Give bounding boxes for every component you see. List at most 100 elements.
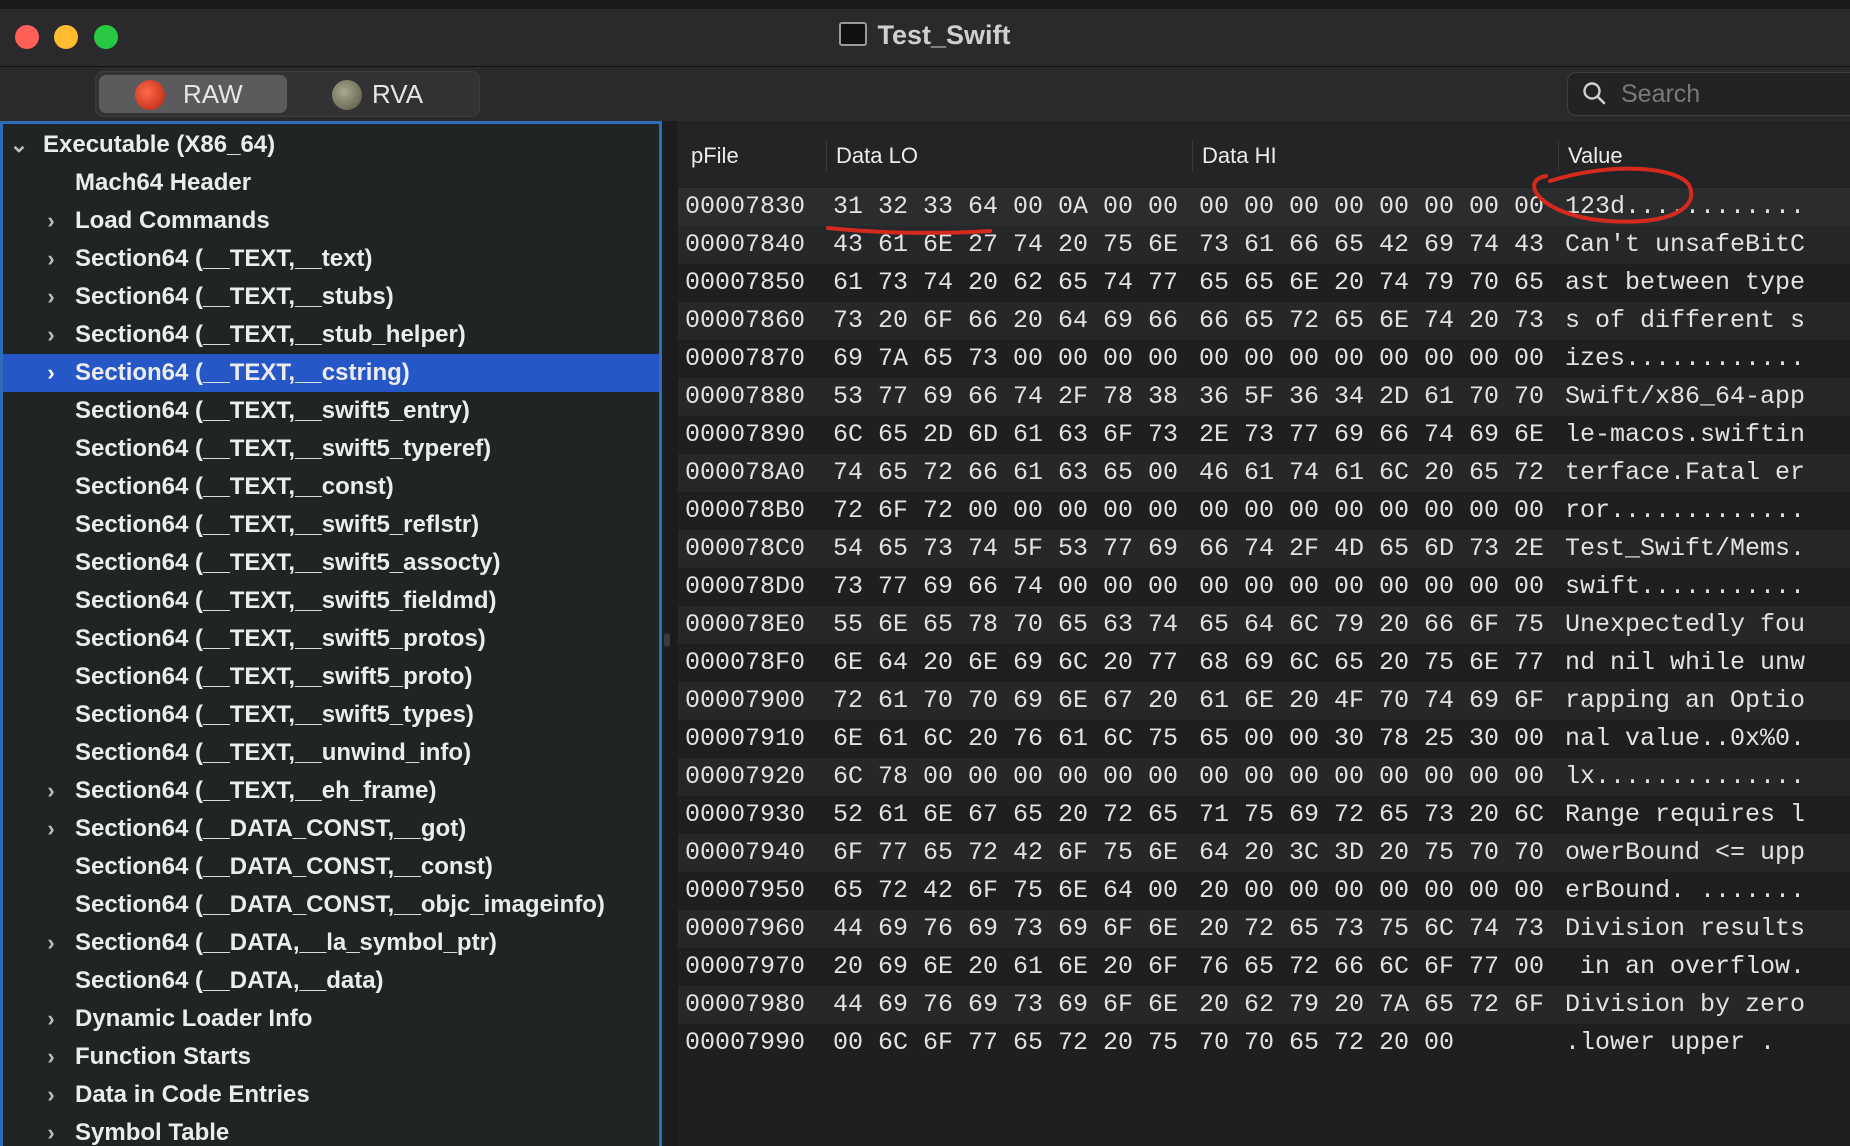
column-header-data-hi[interactable]: Data HI (1202, 143, 1277, 169)
column-header-value[interactable]: Value (1568, 143, 1623, 169)
sidebar-item-label: Section64 (__TEXT,__swift5_reflstr) (75, 511, 480, 538)
sidebar-item[interactable]: Section64 (__TEXT,__swift5_assocty) (3, 544, 659, 582)
window-title-text: Test_Swift (877, 20, 1011, 50)
chevron-right-icon[interactable]: › (41, 810, 61, 848)
sidebar-item[interactable]: Section64 (__TEXT,__swift5_proto) (3, 658, 659, 696)
sidebar-item-label: Section64 (__TEXT,__cstring) (75, 359, 410, 386)
table-row[interactable]: 00007900 72 61 70 70 69 6E 67 20 61 6E 20 … (678, 682, 1850, 720)
sidebar-item-label: Section64 (__DATA_CONST,__got) (75, 815, 467, 842)
table-row[interactable]: 00007830 31 32 33 64 00 0A 00 00 00 00 00 … (678, 188, 1850, 226)
chevron-right-icon[interactable]: › (41, 240, 61, 278)
value-cell: lx.............. (1565, 762, 1806, 791)
sidebar-item[interactable]: Section64 (__DATA_CONST,__const) (3, 848, 659, 886)
sidebar-item[interactable]: Section64 (__TEXT,__const) (3, 468, 659, 506)
value-cell: 123d............ (1565, 192, 1806, 221)
table-row[interactable]: 000078E0 55 6E 65 78 70 65 63 74 65 64 6C … (678, 606, 1850, 644)
chevron-right-icon[interactable]: › (41, 1114, 61, 1146)
sidebar-item[interactable]: Section64 (__TEXT,__swift5_reflstr) (3, 506, 659, 544)
sidebar-item-label: Executable (X86_64) (43, 131, 276, 158)
search-field[interactable]: Search (1567, 72, 1850, 116)
sidebar-item-label: Section64 (__TEXT,__text) (75, 245, 373, 272)
data-hi-cell: 65 65 6E 20 74 79 70 65 (1199, 268, 1545, 297)
sidebar-item[interactable]: Mach64 Header (3, 164, 659, 202)
sidebar-item[interactable]: › Data in Code Entries (3, 1076, 659, 1114)
chevron-right-icon[interactable]: › (41, 772, 61, 810)
raw-mode-button[interactable]: RAW (99, 75, 287, 113)
table-row[interactable]: 00007990 00 6C 6F 77 65 72 20 75 70 70 65 … (678, 1024, 1850, 1062)
data-lo-cell: 31 32 33 64 00 0A 00 00 (833, 192, 1179, 221)
sidebar-item[interactable]: › Load Commands (3, 202, 659, 240)
chevron-right-icon[interactable]: › (41, 316, 61, 354)
column-separator (826, 141, 827, 171)
chevron-right-icon[interactable]: › (41, 354, 61, 392)
value-cell: ror............. (1565, 496, 1806, 525)
sidebar-item[interactable]: › Section64 (__DATA,__la_symbol_ptr) (3, 924, 659, 962)
value-cell: Range requires l (1565, 800, 1806, 829)
pfile-cell: 00007950 (685, 876, 806, 905)
sidebar-item[interactable]: › Section64 (__DATA_CONST,__got) (3, 810, 659, 848)
chevron-right-icon[interactable]: › (41, 1076, 61, 1114)
sidebar-item[interactable]: Section64 (__DATA_CONST,__objc_imageinfo… (3, 886, 659, 924)
data-lo-cell: 65 72 42 6F 75 6E 64 00 (833, 876, 1179, 905)
chevron-right-icon[interactable]: › (41, 1000, 61, 1038)
sidebar-item[interactable]: › Section64 (__TEXT,__stub_helper) (3, 316, 659, 354)
sidebar-item[interactable]: Section64 (__TEXT,__swift5_protos) (3, 620, 659, 658)
table-row[interactable]: 00007950 65 72 42 6F 75 6E 64 00 20 00 00 … (678, 872, 1850, 910)
table-row[interactable]: 00007890 6C 65 2D 6D 61 63 6F 73 2E 73 77 … (678, 416, 1850, 454)
split-view-divider[interactable] (662, 121, 678, 1146)
chevron-right-icon[interactable]: › (41, 278, 61, 316)
sidebar-item[interactable]: › Dynamic Loader Info (3, 1000, 659, 1038)
table-row[interactable]: 00007840 43 61 6E 27 74 20 75 6E 73 61 66 … (678, 226, 1850, 264)
table-row[interactable]: 00007920 6C 78 00 00 00 00 00 00 00 00 00 … (678, 758, 1850, 796)
table-row[interactable]: 00007980 44 69 76 69 73 69 6F 6E 20 62 79 … (678, 986, 1850, 1024)
sidebar-item[interactable]: › Symbol Table (3, 1114, 659, 1146)
chevron-down-icon[interactable]: ⌄ (9, 126, 29, 164)
hex-table[interactable]: pFile Data LO Data HI Value 00007830 31 3… (678, 121, 1850, 1146)
table-row[interactable]: 000078C0 54 65 73 74 5F 53 77 69 66 74 2F … (678, 530, 1850, 568)
column-header-data-lo[interactable]: Data LO (836, 143, 918, 169)
value-cell: Division by zero (1565, 990, 1806, 1019)
table-row[interactable]: 00007880 53 77 69 66 74 2F 78 38 36 5F 36 … (678, 378, 1850, 416)
sidebar-item[interactable]: Section64 (__TEXT,__unwind_info) (3, 734, 659, 772)
table-row[interactable]: 00007970 20 69 6E 20 61 6E 20 6F 76 65 72 … (678, 948, 1850, 986)
sidebar-item[interactable]: › Function Starts (3, 1038, 659, 1076)
table-row[interactable]: 00007870 69 7A 65 73 00 00 00 00 00 00 00 … (678, 340, 1850, 378)
sidebar-item-label: Section64 (__TEXT,__eh_frame) (75, 777, 437, 804)
table-row[interactable]: 00007930 52 61 6E 67 65 20 72 65 71 75 69 … (678, 796, 1850, 834)
chevron-right-icon[interactable]: › (41, 202, 61, 240)
pfile-cell: 000078E0 (685, 610, 806, 639)
sidebar-item[interactable]: Section64 (__TEXT,__swift5_fieldmd) (3, 582, 659, 620)
table-row[interactable]: 000078D0 73 77 69 66 74 00 00 00 00 00 00 … (678, 568, 1850, 606)
pfile-cell: 00007960 (685, 914, 806, 943)
table-row[interactable]: 000078F0 6E 64 20 6E 69 6C 20 77 68 69 6C … (678, 644, 1850, 682)
divider-handle[interactable] (664, 633, 670, 647)
sidebar-item-label: Section64 (__TEXT,__stub_helper) (75, 321, 466, 348)
sidebar-item[interactable]: › Section64 (__TEXT,__cstring) (3, 354, 659, 392)
data-lo-cell: 6F 77 65 72 42 6F 75 6E (833, 838, 1179, 867)
table-row[interactable]: 00007850 61 73 74 20 62 65 74 77 65 65 6E … (678, 264, 1850, 302)
sidebar-item[interactable]: ⌄ Executable (X86_64) (3, 126, 659, 164)
table-row[interactable]: 00007910 6E 61 6C 20 76 61 6C 75 65 00 00 … (678, 720, 1850, 758)
rva-mode-button[interactable]: RVA (292, 75, 476, 113)
sidebar-item[interactable]: Section64 (__TEXT,__swift5_entry) (3, 392, 659, 430)
sidebar-item[interactable]: › Section64 (__TEXT,__eh_frame) (3, 772, 659, 810)
pfile-cell: 00007910 (685, 724, 806, 753)
sidebar-outline[interactable]: ⌄ Executable (X86_64) Mach64 Header › Load C… (0, 121, 662, 1146)
data-lo-cell: 72 6F 72 00 00 00 00 00 (833, 496, 1179, 525)
table-row[interactable]: 00007860 73 20 6F 66 20 64 69 66 66 65 72 … (678, 302, 1850, 340)
sidebar-item[interactable]: › Section64 (__TEXT,__stubs) (3, 278, 659, 316)
chevron-right-icon[interactable]: › (41, 924, 61, 962)
data-hi-cell: 65 00 00 30 78 25 30 00 (1199, 724, 1545, 753)
value-cell: nd nil while unw (1565, 648, 1806, 677)
chevron-right-icon[interactable]: › (41, 1038, 61, 1076)
data-hi-cell: 20 72 65 73 75 6C 74 73 (1199, 914, 1545, 943)
sidebar-item[interactable]: › Section64 (__TEXT,__text) (3, 240, 659, 278)
table-row[interactable]: 000078B0 72 6F 72 00 00 00 00 00 00 00 00 … (678, 492, 1850, 530)
sidebar-item[interactable]: Section64 (__TEXT,__swift5_types) (3, 696, 659, 734)
sidebar-item[interactable]: Section64 (__DATA,__data) (3, 962, 659, 1000)
table-row[interactable]: 00007960 44 69 76 69 73 69 6F 6E 20 72 65 … (678, 910, 1850, 948)
sidebar-item[interactable]: Section64 (__TEXT,__swift5_typeref) (3, 430, 659, 468)
column-header-pfile[interactable]: pFile (691, 143, 739, 169)
table-row[interactable]: 00007940 6F 77 65 72 42 6F 75 6E 64 20 3C … (678, 834, 1850, 872)
table-row[interactable]: 000078A0 74 65 72 66 61 63 65 00 46 61 74 … (678, 454, 1850, 492)
